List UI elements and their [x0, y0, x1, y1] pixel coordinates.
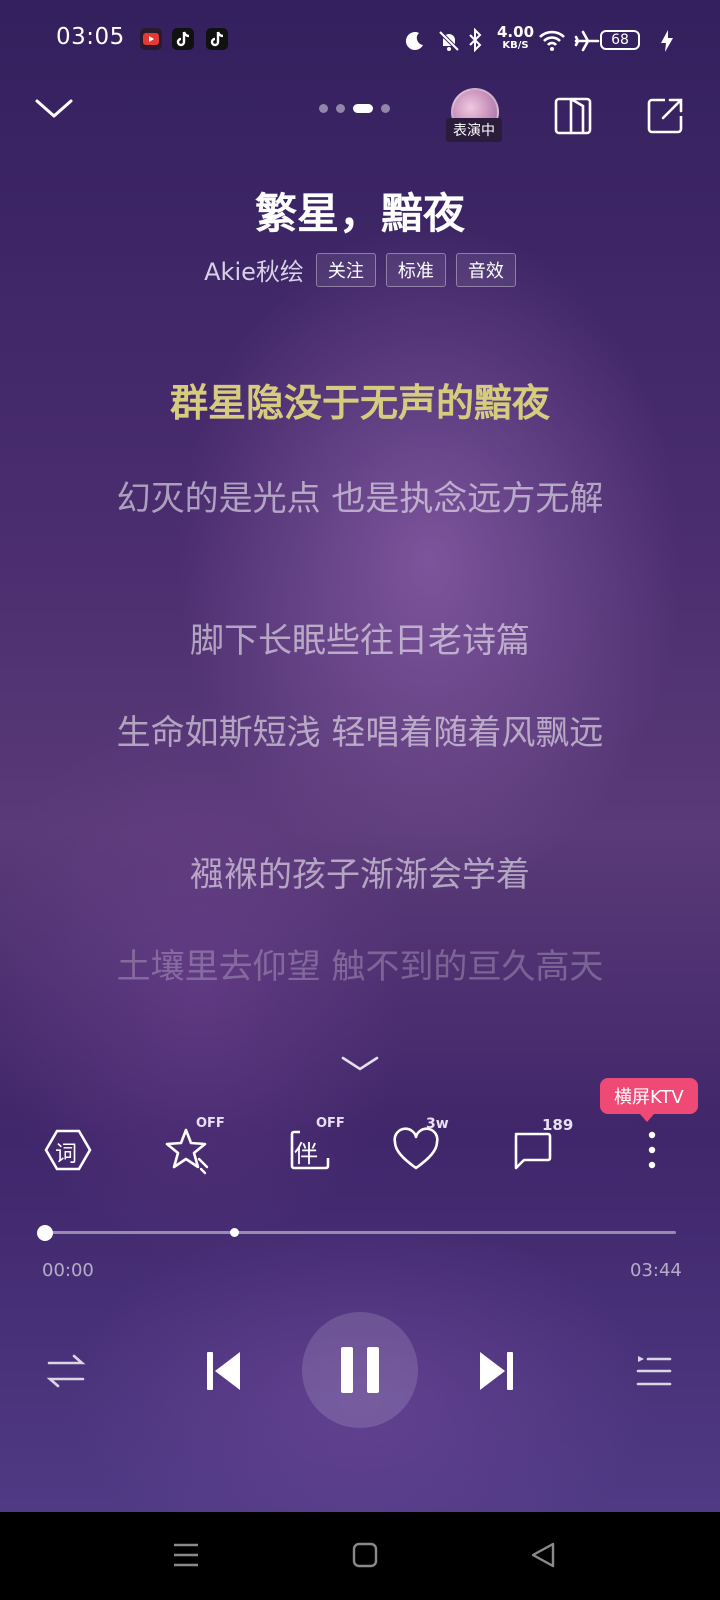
net-speed-value: 4.00 — [497, 23, 535, 41]
artist-row: Akie秋绘 关注 标准 音效 — [0, 252, 720, 287]
lyrics-poster-button[interactable]: 词 — [38, 1120, 98, 1180]
more-button[interactable] — [622, 1120, 682, 1180]
menu-icon[interactable] — [172, 1542, 200, 1572]
progress-track[interactable] — [44, 1231, 676, 1234]
status-time: 03:05 — [56, 24, 125, 50]
ktv-landscape-badge[interactable]: 横屏KTV — [600, 1078, 698, 1122]
back-icon[interactable] — [530, 1541, 556, 1573]
comment-count: 189 — [542, 1116, 574, 1134]
sound-effect-tag[interactable]: 音效 — [455, 252, 516, 287]
expand-lyrics-chevron-icon[interactable] — [340, 1054, 380, 1076]
net-speed-unit: KB/S — [502, 40, 529, 51]
lyrics-label: 词 — [55, 1142, 78, 1167]
video-app-icon — [140, 28, 162, 50]
charging-icon — [660, 29, 674, 57]
lyric-line[interactable]: 生命如斯短浅 轻唱着随着风飘远 — [110, 708, 610, 758]
page-dot — [381, 104, 390, 113]
effect-off-badge: OFF — [196, 1116, 225, 1131]
moon-icon — [404, 30, 426, 56]
home-icon[interactable] — [352, 1542, 378, 1572]
page-indicator — [319, 104, 390, 113]
tiktok-icon — [206, 28, 228, 50]
elapsed-time: 00:00 — [42, 1260, 94, 1281]
progress-thumb[interactable] — [37, 1225, 53, 1241]
accompany-label: 伴 — [294, 1140, 318, 1168]
lyric-line-current[interactable]: 群星隐没于无声的黯夜 — [110, 378, 610, 428]
song-title: 繁星，黯夜 — [254, 189, 465, 238]
accompaniment-button[interactable]: 伴 OFF — [280, 1116, 345, 1180]
bell-muted-icon — [437, 29, 461, 57]
follow-tag[interactable]: 关注 — [315, 252, 376, 287]
share-icon[interactable] — [645, 96, 685, 140]
pause-button[interactable] — [302, 1312, 418, 1428]
airplane-icon — [574, 29, 600, 57]
battery-icon: 68 — [600, 30, 640, 50]
like-count: 3w — [426, 1116, 449, 1132]
comment-icon — [514, 1132, 552, 1170]
lyric-line[interactable]: 土壤里去仰望 触不到的亘久高天 — [110, 942, 610, 1006]
page-dot — [319, 104, 328, 113]
heart-icon — [393, 1127, 439, 1170]
lyric-line[interactable]: 脚下长眠些往日老诗篇 — [110, 616, 610, 666]
total-time: 03:44 — [630, 1260, 682, 1281]
net-speed: 4.00 KB/S — [497, 23, 535, 52]
lyric-line[interactable]: 襁褓的孩子渐渐会学着 — [110, 850, 610, 900]
star-sparkle-icon — [165, 1128, 209, 1175]
tiktok-icon — [172, 28, 194, 50]
page-dot-active — [353, 104, 373, 113]
shuffle-order-icon[interactable] — [46, 1352, 86, 1394]
fold-screen-icon[interactable] — [553, 96, 593, 140]
collapse-chevron-icon[interactable] — [34, 96, 74, 124]
next-track-icon[interactable] — [478, 1350, 514, 1396]
pause-icon — [341, 1347, 379, 1393]
page-dot — [336, 104, 345, 113]
playlist-icon[interactable] — [636, 1354, 672, 1392]
previous-track-icon[interactable] — [206, 1350, 242, 1396]
performing-badge: 表演中 — [446, 118, 502, 142]
quality-tag[interactable]: 标准 — [385, 252, 446, 287]
wifi-icon — [538, 28, 566, 56]
accompany-off-badge: OFF — [316, 1116, 345, 1131]
lyric-line[interactable]: 幻灭的是光点 也是执念远方无解 — [110, 474, 610, 524]
more-vertical-icon — [648, 1131, 656, 1169]
sound-effect-button[interactable]: OFF — [156, 1116, 225, 1180]
like-button[interactable]: 3w — [386, 1116, 449, 1180]
buffer-marker — [229, 1228, 239, 1237]
bluetooth-icon — [467, 27, 483, 56]
comment-button[interactable]: 189 — [502, 1116, 573, 1180]
artist-name[interactable]: Akie秋绘 — [204, 252, 304, 287]
